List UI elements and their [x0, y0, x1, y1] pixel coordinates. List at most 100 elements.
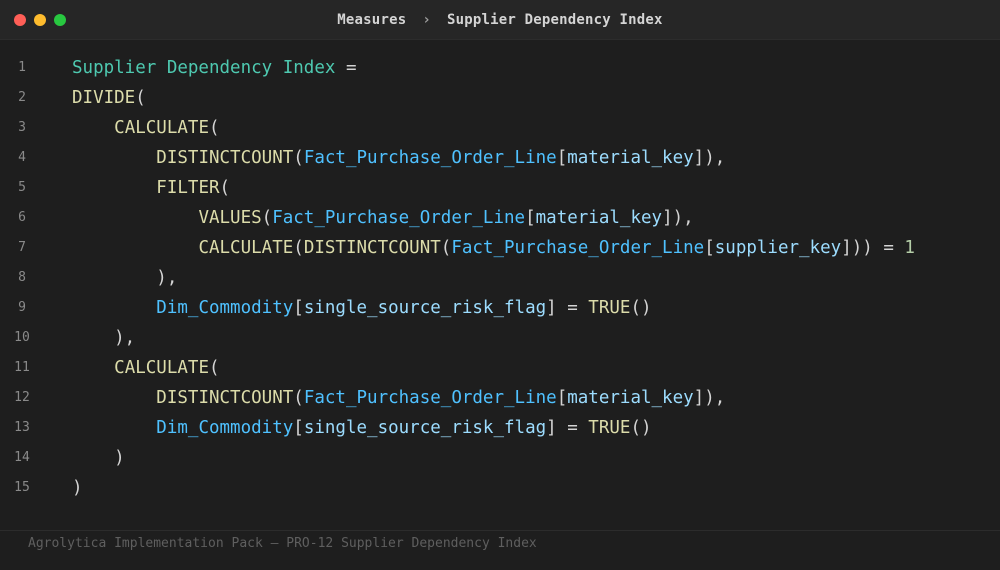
code-token: material_key [535, 208, 663, 228]
code-token: Dim_Commodity [156, 418, 294, 438]
code-token: FILTER [156, 178, 220, 198]
line-number: 14 [14, 450, 30, 465]
code-token: ( [440, 238, 452, 258]
code-line[interactable]: 1 Supplier Dependency Index = [0, 53, 1000, 83]
code-line[interactable]: 6 VALUES(Fact_Purchase_Order_Line[materi… [0, 203, 1000, 233]
code-line[interactable]: 15) [0, 473, 1000, 503]
line-number: 6 [18, 210, 26, 225]
line-number: 4 [18, 150, 26, 165]
code-line[interactable]: 4 DISTINCTCOUNT(Fact_Purchase_Order_Line… [0, 143, 1000, 173]
code-token: = [335, 58, 357, 78]
code-line[interactable]: 5 FILTER( [0, 173, 1000, 203]
code-token: VALUES [198, 208, 262, 228]
code-token: Fact_Purchase_Order_Line [303, 148, 557, 168]
code-token: single_source_risk_flag [303, 298, 547, 318]
line-number: 5 [18, 180, 26, 195]
code-token: () [630, 418, 652, 438]
code-token: CALCULATE [114, 118, 209, 138]
code-token: Supplier Dependency Index [72, 58, 336, 78]
code-text: VALUES(Fact_Purchase_Order_Line[material… [72, 203, 694, 233]
breadcrumb-current: Supplier Dependency Index [446, 12, 663, 28]
code-token: TRUE [588, 418, 631, 438]
code-text: CALCULATE( [72, 353, 220, 383]
code-token: [ [293, 298, 304, 318]
code-token: ]), [662, 208, 694, 228]
code-token: [ [556, 388, 568, 408]
breadcrumb-separator-icon: › [422, 12, 431, 28]
code-line[interactable]: 14 ) [0, 443, 1000, 473]
line-number: 3 [18, 120, 26, 135]
code-token: ( [293, 388, 304, 408]
code-token: DISTINCTCOUNT [156, 388, 294, 408]
code-token: ) [72, 478, 83, 498]
code-token: ( [293, 148, 304, 168]
code-token: Fact_Purchase_Order_Line [451, 238, 705, 258]
code-text: DIVIDE( [72, 83, 146, 113]
code-token: DISTINCTCOUNT [156, 148, 294, 168]
code-token: ( [208, 118, 220, 138]
code-text: DISTINCTCOUNT(Fact_Purchase_Order_Line[m… [72, 143, 725, 173]
code-line[interactable]: 9 Dim_Commodity[single_source_risk_flag]… [0, 293, 1000, 323]
code-token: ) [72, 448, 125, 468]
code-editor[interactable]: 1 Supplier Dependency Index = 2 DIVIDE(3 CA… [0, 53, 1000, 503]
code-text: CALCULATE( [72, 113, 220, 143]
code-token: 1 [904, 238, 915, 258]
code-token: ( [208, 358, 220, 378]
code-token: CALCULATE [114, 358, 209, 378]
code-text: ) [72, 443, 125, 473]
code-token: ]), [693, 388, 726, 408]
code-token: ), [72, 268, 178, 288]
code-token: TRUE [588, 298, 631, 318]
line-number: 15 [14, 480, 30, 495]
code-line[interactable]: 10 ), [0, 323, 1000, 353]
code-text: Supplier Dependency Index = [72, 53, 356, 83]
code-token: [ [556, 148, 568, 168]
code-token: single_source_risk_flag [303, 418, 547, 438]
code-token: supplier_key [714, 238, 842, 258]
line-number: 13 [14, 420, 30, 435]
code-token: () [630, 298, 652, 318]
footer-caption: Agrolytica Implementation Pack — PRO-12 … [28, 536, 537, 551]
code-line[interactable]: 11 CALCULATE( [0, 353, 1000, 383]
code-token: [ [293, 418, 304, 438]
code-line[interactable]: 2 DIVIDE( [0, 83, 1000, 113]
code-text: FILTER( [72, 173, 230, 203]
code-text: ) [72, 473, 83, 503]
code-token: ( [261, 208, 273, 228]
code-text: Dim_Commodity[single_source_risk_flag] =… [72, 413, 652, 443]
line-number: 10 [14, 330, 30, 345]
code-token: DISTINCTCOUNT [303, 238, 441, 258]
code-token: ]), [693, 148, 726, 168]
breadcrumb-parent[interactable]: Measures [337, 12, 406, 28]
code-line[interactable]: 3 CALCULATE( [0, 113, 1000, 143]
code-text: ), [72, 263, 177, 293]
code-token: Fact_Purchase_Order_Line [303, 388, 557, 408]
code-token: ( [293, 238, 304, 258]
line-number: 12 [14, 390, 30, 405]
code-line[interactable]: 13 Dim_Commodity[single_source_risk_flag… [0, 413, 1000, 443]
code-token: material_key [567, 148, 694, 168]
code-token: CALCULATE [198, 238, 294, 258]
code-text: CALCULATE(DISTINCTCOUNT(Fact_Purchase_Or… [72, 233, 915, 263]
code-line[interactable]: 8 ), [0, 263, 1000, 293]
line-number: 7 [18, 240, 26, 255]
code-line[interactable]: 12 DISTINCTCOUNT(Fact_Purchase_Order_Lin… [0, 383, 1000, 413]
line-number: 2 [18, 90, 26, 105]
code-token: [ [525, 208, 536, 228]
code-token: ), [72, 328, 136, 348]
line-number: 1 [18, 60, 26, 75]
code-line[interactable]: 7 CALCULATE(DISTINCTCOUNT(Fact_Purchase_… [0, 233, 1000, 263]
code-token: ] = [546, 298, 589, 318]
title-bar: Measures › Supplier Dependency Index [0, 0, 1000, 40]
code-token: Dim_Commodity [156, 298, 294, 318]
code-token: ] = [546, 418, 589, 438]
code-text: ), [72, 323, 135, 353]
breadcrumb: Measures › Supplier Dependency Index [0, 0, 1000, 40]
code-text: DISTINCTCOUNT(Fact_Purchase_Order_Line[m… [72, 383, 725, 413]
code-window: Measures › Supplier Dependency Index 1 Supp… [0, 0, 1000, 570]
